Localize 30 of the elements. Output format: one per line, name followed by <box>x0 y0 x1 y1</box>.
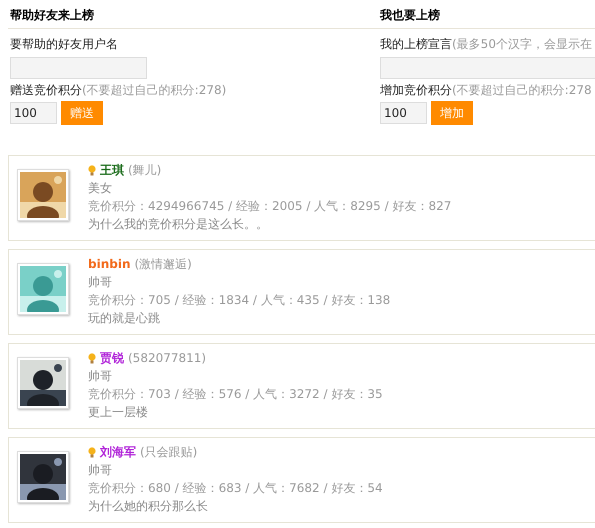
user-name-link[interactable]: 王琪 <box>100 161 124 179</box>
user-title: 帅哥 <box>88 462 113 479</box>
user-name-link[interactable]: binbin <box>88 255 130 273</box>
user-motto: 玩的就是心跳 <box>88 310 161 327</box>
field-label: 我的上榜宣言(最多50个汉字，会显示在 <box>380 36 593 53</box>
points-field[interactable]: 100 <box>10 102 57 124</box>
user-title: 美女 <box>88 180 113 197</box>
input-field[interactable] <box>380 57 595 79</box>
user-stats: 竞价积分：705 / 经验：1834 / 人气：435 / 好友：138 <box>88 292 390 309</box>
user-nickname: (舞儿) <box>128 162 162 179</box>
user-title: 帅哥 <box>88 274 113 291</box>
field-label: 要帮助的好友用户名 <box>10 36 119 53</box>
user-nickname: (激情邂逅) <box>134 256 192 273</box>
user-name-link[interactable]: 刘海军 <box>100 443 136 461</box>
user-stats: 竞价积分：703 / 经验：576 / 人气：3272 / 好友：35 <box>88 386 383 403</box>
user-stats: 竞价积分：4294966745 / 经验：2005 / 人气：8295 / 好友：827 <box>88 198 452 215</box>
user-title: 帅哥 <box>88 368 113 385</box>
user-nickname: (只会跟贴) <box>140 444 198 461</box>
points-field[interactable]: 100 <box>380 102 427 124</box>
input-field[interactable] <box>10 57 147 79</box>
section-title: 帮助好友来上榜 <box>9 7 95 24</box>
user-nickname: (582077811) <box>128 350 206 367</box>
section-title: 我也要上榜 <box>378 7 441 24</box>
user-name-link[interactable]: 贾锐 <box>100 349 124 367</box>
user-motto: 更上一层楼 <box>88 404 149 421</box>
user-motto: 为什么我的竞价积分是这么长。。 <box>88 216 269 233</box>
user-stats: 竞价积分：680 / 经验：683 / 人气：7682 / 好友：54 <box>88 480 383 497</box>
field-label: 增加竞价积分(不要超过自己的积分:278 <box>380 82 593 99</box>
user-motto: 为什么她的积分那么长 <box>88 498 209 515</box>
field-label: 赠送竞价积分(不要超过自己的积分:278) <box>10 82 228 99</box>
